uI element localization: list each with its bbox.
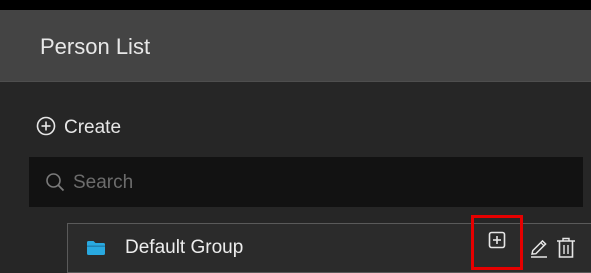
trash-icon <box>555 237 577 264</box>
group-row-default[interactable]: Default Group <box>67 215 591 273</box>
folder-icon <box>86 240 106 261</box>
create-button[interactable]: Create <box>36 116 121 140</box>
create-label: Create <box>64 117 122 138</box>
edit-group-button[interactable] <box>528 237 550 264</box>
plus-circle-icon <box>36 116 56 141</box>
search-box <box>29 157 583 207</box>
group-name: Default Group <box>125 237 244 258</box>
panel-header: Person List <box>0 10 591 82</box>
search-input[interactable] <box>71 167 555 199</box>
add-person-button[interactable] <box>471 215 523 270</box>
pencil-icon <box>528 239 550 263</box>
top-bar <box>0 0 591 10</box>
plus-square-icon <box>488 231 506 254</box>
search-icon <box>45 172 65 197</box>
person-list-panel: Create Default Group <box>0 82 591 273</box>
page-title: Person List <box>40 34 151 59</box>
delete-group-button[interactable] <box>555 236 577 265</box>
group-actions <box>471 215 591 272</box>
